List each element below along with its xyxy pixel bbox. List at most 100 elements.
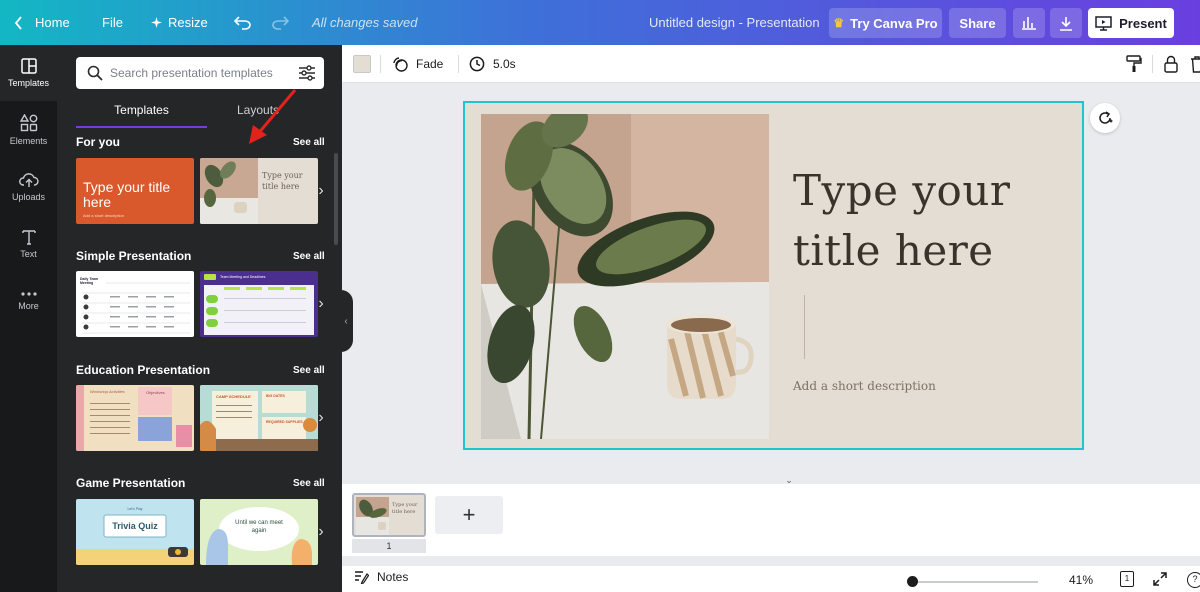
template-thumb-until-we-meet[interactable]: Until we can meet again xyxy=(200,499,318,565)
fullscreen-expand-icon[interactable] xyxy=(1153,572,1167,586)
thumb-title: CAMP SCHEDULE xyxy=(216,394,251,399)
trash-icon[interactable] xyxy=(1190,55,1200,73)
page-thumbnail-1[interactable]: Type your title here xyxy=(352,493,426,537)
notes-icon xyxy=(355,571,369,584)
present-label: Present xyxy=(1119,15,1167,31)
template-thumb-camp-schedule[interactable]: CAMP SCHEDULE BIG DATES REQUIRED SUPPLIE… xyxy=(200,385,318,451)
slide-title-text[interactable]: Type your title here xyxy=(793,161,1053,281)
see-all-game-link[interactable]: See all xyxy=(293,478,325,489)
file-menu-button[interactable]: File xyxy=(102,0,123,45)
rail-label-uploads: Uploads xyxy=(11,192,46,202)
home-label: Home xyxy=(35,15,70,30)
template-thumb-workshop-activities[interactable]: Workshop Activities Objectives xyxy=(76,385,194,451)
redo-icon xyxy=(272,15,289,30)
download-button[interactable] xyxy=(1050,8,1082,38)
thumb-title: Trivia Quiz xyxy=(112,521,158,531)
home-button[interactable]: Home xyxy=(14,0,70,45)
rail-item-elements[interactable]: Elements xyxy=(0,102,57,158)
see-all-simple-link[interactable]: See all xyxy=(293,251,325,262)
resize-label: Resize xyxy=(168,15,208,30)
zoom-level-readout[interactable]: 41% xyxy=(1069,573,1093,587)
cloud-upload-icon xyxy=(18,173,39,187)
template-thumb-orange-title[interactable]: Type your title here Add a short descrip… xyxy=(76,158,194,224)
slide-divider-line xyxy=(804,295,805,359)
duration-label: 5.0s xyxy=(493,57,516,71)
thumb-title: Type your title here xyxy=(262,171,303,191)
panel-scrollbar[interactable] xyxy=(334,153,338,245)
notes-label: Notes xyxy=(377,570,409,584)
thumb-title: Workshop Activities xyxy=(90,389,125,394)
canva-editor: Home File Resize All changes saved Untit… xyxy=(0,0,1200,592)
plant-mug-photo[interactable] xyxy=(481,114,769,439)
try-canva-pro-button[interactable]: ♛ Try Canva Pro xyxy=(829,8,942,38)
thumb-subtitle: REQUIRED SUPPLIES xyxy=(266,420,303,424)
zoom-slider-track[interactable] xyxy=(908,581,1038,583)
search-templates-input[interactable] xyxy=(110,57,290,89)
next-arrow-game[interactable]: › xyxy=(315,523,327,540)
page-number-label: 1 xyxy=(352,539,426,553)
help-button[interactable]: ? xyxy=(1187,572,1200,588)
transition-label: Fade xyxy=(416,57,444,71)
add-page-button[interactable]: + xyxy=(435,496,503,534)
template-thumb-plant-mug[interactable]: Type your title here xyxy=(200,158,318,224)
chevron-down-icon[interactable]: ⌄ xyxy=(774,475,804,485)
active-tab-indicator xyxy=(76,126,207,128)
search-icon xyxy=(87,65,103,81)
present-screen-icon xyxy=(1095,15,1112,31)
template-thumb-daily-meeting[interactable]: Daily Team Meeting xyxy=(76,271,194,337)
tab-templates[interactable]: Templates xyxy=(76,103,207,117)
rail-item-text[interactable]: Text xyxy=(0,216,57,272)
toolbar-divider xyxy=(458,55,459,73)
present-button[interactable]: Present xyxy=(1088,8,1174,38)
resize-button[interactable]: Resize xyxy=(151,0,208,45)
filter-sliders-icon[interactable] xyxy=(298,64,316,82)
file-label: File xyxy=(102,15,123,30)
refresh-icon xyxy=(1099,111,1113,124)
text-icon xyxy=(21,230,36,245)
paint-roller-icon[interactable] xyxy=(1126,55,1142,73)
rail-item-uploads[interactable]: Uploads xyxy=(0,159,57,215)
search-box[interactable] xyxy=(76,57,324,89)
notes-button[interactable]: Notes xyxy=(354,570,408,584)
see-all-for-you-link[interactable]: See all xyxy=(293,137,325,148)
section-title-game: Game Presentation xyxy=(76,476,186,490)
rail-label-templates: Templates xyxy=(7,78,50,88)
zoom-slider-handle[interactable] xyxy=(907,576,918,587)
undo-button[interactable] xyxy=(234,0,252,45)
tab-layouts[interactable]: Layouts xyxy=(237,103,279,117)
page-count-button[interactable]: 1 xyxy=(1120,571,1134,587)
lock-icon[interactable] xyxy=(1164,55,1178,73)
next-arrow-education[interactable]: › xyxy=(315,409,327,426)
share-label: Share xyxy=(959,15,996,31)
document-title[interactable]: Untitled design - Presentation xyxy=(649,0,820,45)
page-thumb-title: Type your title here xyxy=(392,502,418,515)
share-button[interactable]: Share xyxy=(949,8,1006,38)
refresh-slide-button[interactable] xyxy=(1090,103,1120,133)
next-arrow-for-you[interactable]: › xyxy=(315,182,327,199)
crown-icon: ♛ xyxy=(833,16,845,30)
template-thumb-trivia-quiz[interactable]: Let's Play Trivia Quiz xyxy=(76,499,194,565)
slide-canvas[interactable]: Type your title here Add a short descrip… xyxy=(464,102,1083,449)
clock-icon xyxy=(469,56,485,72)
thumb-table-graphic xyxy=(204,274,314,335)
see-all-education-link[interactable]: See all xyxy=(293,365,325,376)
thumb-subtitle: Let's Play xyxy=(127,507,143,511)
rail-item-more[interactable]: More xyxy=(0,273,57,329)
rail-item-templates[interactable]: Templates xyxy=(0,45,57,101)
background-color-button[interactable] xyxy=(353,55,371,73)
section-title-for-you: For you xyxy=(76,135,120,149)
side-navigation-rail: Templates Elements Uploads Text More xyxy=(0,45,57,592)
duration-button[interactable]: 5.0s xyxy=(469,45,516,83)
try-pro-label: Try Canva Pro xyxy=(850,15,938,31)
transition-icon xyxy=(393,57,408,72)
chevron-left-icon xyxy=(14,15,22,30)
transition-button[interactable]: Fade xyxy=(392,45,443,83)
thumb-subtitle: BIG DATES xyxy=(266,394,285,398)
slide-description-text[interactable]: Add a short description xyxy=(793,379,936,393)
next-arrow-simple[interactable]: › xyxy=(315,295,327,312)
redo-button[interactable] xyxy=(271,0,289,45)
insights-button[interactable] xyxy=(1013,8,1045,38)
template-thumb-team-deadlines[interactable]: Team Meeting and Deadlines xyxy=(200,271,318,337)
section-title-simple: Simple Presentation xyxy=(76,249,192,263)
collapse-panel-button[interactable]: ‹ xyxy=(339,290,353,352)
